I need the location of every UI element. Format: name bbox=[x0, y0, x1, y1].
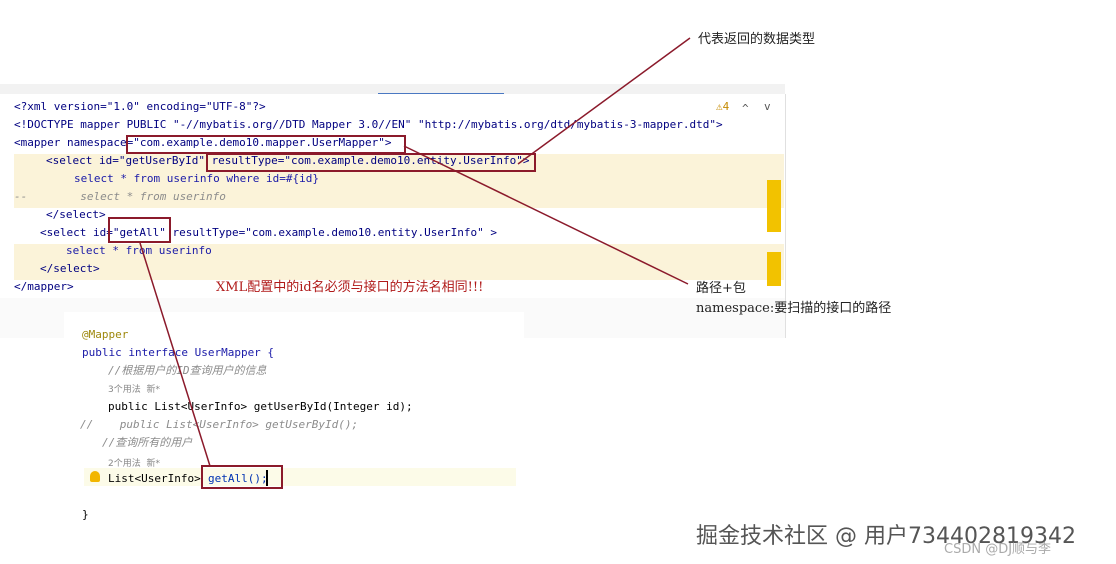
namespace-note-line-2: namespace:要扫描的接口的路径 bbox=[696, 301, 892, 316]
namespace-note-line-1: 路径+包 bbox=[696, 281, 746, 296]
line-to-return-type bbox=[517, 37, 691, 165]
line-to-namespace bbox=[403, 145, 689, 285]
line-id-to-method bbox=[139, 242, 211, 467]
connector-lines bbox=[139, 37, 691, 467]
return-type-note: 代表返回的数据类型 bbox=[698, 32, 816, 47]
watermark-csdn: CSDN @DJ顺与李 bbox=[944, 542, 1052, 557]
